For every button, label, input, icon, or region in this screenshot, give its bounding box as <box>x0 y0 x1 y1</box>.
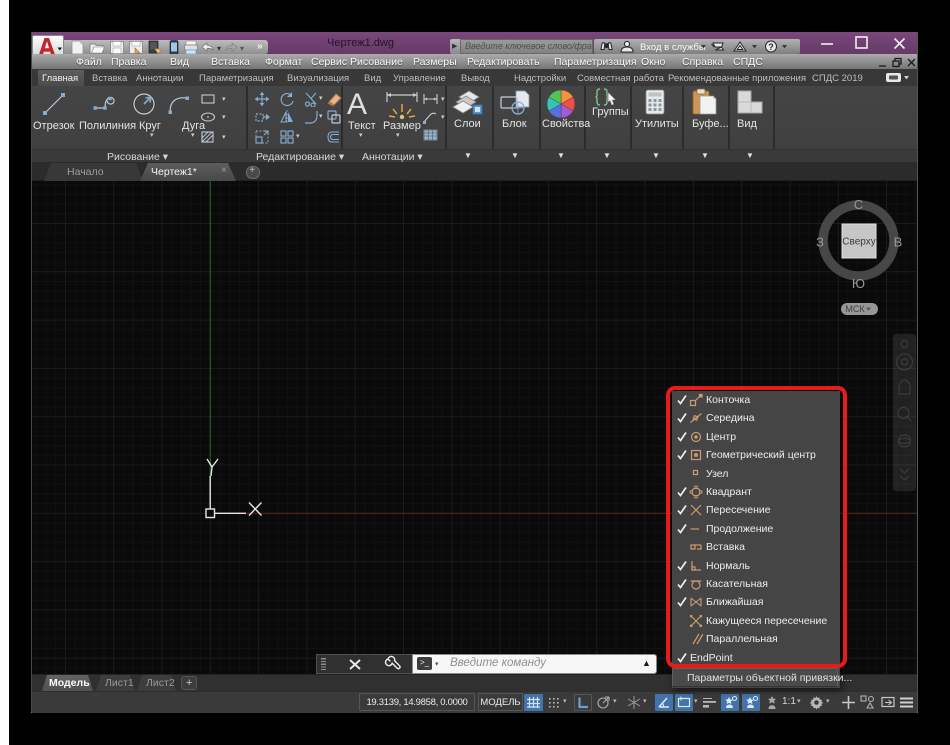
svg-text:Ю: Ю <box>852 276 865 291</box>
svg-text:МСК: МСК <box>845 304 865 314</box>
svg-text:В: В <box>894 235 903 250</box>
svg-text:Вход в службы: Вход в службы <box>640 42 706 53</box>
svg-text:?: ? <box>768 42 774 52</box>
svg-text:Сверху: Сверху <box>842 237 875 248</box>
svg-text:З: З <box>816 235 824 250</box>
svg-text:С: С <box>854 197 863 212</box>
